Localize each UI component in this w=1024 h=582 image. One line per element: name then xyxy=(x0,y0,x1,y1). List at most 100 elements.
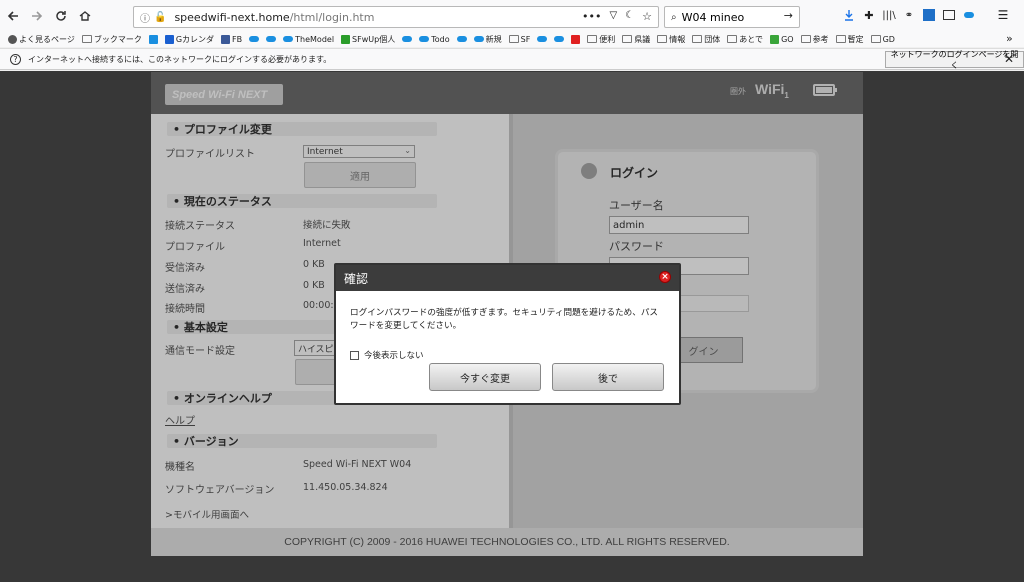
bookmark-item[interactable]: Todo xyxy=(419,34,450,44)
bookmark-item[interactable]: 新規 xyxy=(473,34,502,45)
bookmark-item[interactable] xyxy=(402,36,413,42)
sidebar-icon[interactable] xyxy=(942,8,956,22)
bookmark-item[interactable]: TheModel xyxy=(283,35,334,44)
sync-icon[interactable]: ⚭ xyxy=(902,8,916,22)
back-icon[interactable] xyxy=(2,5,24,27)
search-input[interactable] xyxy=(681,10,772,24)
library-icon[interactable]: |||\ xyxy=(882,8,896,22)
cloud-icon xyxy=(473,36,484,42)
download-icon[interactable] xyxy=(842,8,856,22)
bookmark-item[interactable]: 参考 xyxy=(800,34,829,45)
close-icon[interactable]: × xyxy=(659,271,671,283)
page-actions-icon[interactable]: ••• xyxy=(582,10,601,23)
bookmarks-bar: よく見るページ ブックマーク Gカレンダ FB TheModel SFwUp個人 Todo 新… xyxy=(0,31,1024,47)
bookmark-label: ブックマーク xyxy=(93,34,142,44)
folder-icon xyxy=(587,35,598,43)
outlook-icon[interactable] xyxy=(922,8,936,22)
folder-icon xyxy=(508,35,519,43)
pocket-icon[interactable]: ▽ xyxy=(609,10,617,23)
bookmark-item[interactable]: Gカレンダ xyxy=(164,34,215,45)
dialog-title: 確認 xyxy=(344,271,369,286)
cloud-icon xyxy=(283,36,294,42)
cloud-icon xyxy=(456,36,467,42)
notice-text: インターネットへ接続するには、このネットワークにログインする必要があります。 xyxy=(28,54,332,64)
bookmark-label: よく見るページ xyxy=(19,34,75,44)
cloud-icon xyxy=(537,36,548,42)
close-icon[interactable]: ✕ xyxy=(1004,52,1014,66)
bookmark-label: GD xyxy=(882,34,895,44)
bookmark-label: 参考 xyxy=(812,34,829,44)
bookmark-item[interactable]: SF xyxy=(508,34,531,44)
cloud-icon xyxy=(266,36,277,42)
bookmark-item[interactable]: 団体 xyxy=(692,34,720,45)
checkbox-box[interactable] xyxy=(350,350,359,360)
bookmark-label: GO xyxy=(781,34,794,44)
folder-icon xyxy=(81,35,92,43)
bookmarks-overflow-icon[interactable]: » xyxy=(1006,32,1013,45)
forward-icon[interactable] xyxy=(26,5,48,27)
cloud-icon xyxy=(249,36,260,42)
bookmark-label: TheModel xyxy=(295,34,335,44)
home-icon[interactable] xyxy=(74,5,96,27)
bookmark-label: 団体 xyxy=(704,34,721,44)
bookmark-item[interactable] xyxy=(249,36,260,42)
extensions-icon[interactable]: ✚ xyxy=(862,8,876,22)
change-now-button[interactable]: 今すぐ変更 xyxy=(429,363,541,391)
bookmark-item[interactable] xyxy=(148,34,158,44)
bookmark-label: SF xyxy=(520,34,531,44)
bookmark-item[interactable]: あとで xyxy=(727,34,763,45)
url-text[interactable]: speedwifi-next.home/html/login.htm xyxy=(174,11,374,24)
bookmark-label: Gカレンダ xyxy=(175,34,215,44)
sf-icon xyxy=(341,34,351,44)
info-icon[interactable]: ⓘ xyxy=(140,10,150,25)
reader-icon[interactable]: ☾ xyxy=(625,10,634,23)
bookmark-item[interactable]: ブックマーク xyxy=(81,34,142,45)
insecure-icon[interactable]: 🔓 xyxy=(154,12,166,23)
bookmark-item[interactable]: 情報 xyxy=(657,34,685,45)
bookmark-item[interactable]: よく見るページ xyxy=(8,34,75,45)
cloud-icon xyxy=(419,36,430,42)
bookmark-item[interactable] xyxy=(554,36,565,42)
bookmark-label: 県議 xyxy=(634,34,651,44)
bookmark-item[interactable]: FB xyxy=(221,34,242,44)
folder-icon xyxy=(835,35,846,43)
url-path: /html/login.htm xyxy=(289,10,375,24)
dialog-message: ログインパスワードの強度が低すぎます。セキュリティ問題を避けるため、パスワードを… xyxy=(350,308,659,331)
frog-icon xyxy=(770,34,780,44)
folder-icon xyxy=(692,35,703,43)
bookmark-label: 新規 xyxy=(485,34,502,44)
search-bar[interactable]: ⌕ → xyxy=(664,6,800,28)
captive-portal-notice: ? インターネットへ接続するには、このネットワークにログインする必要があります。… xyxy=(0,48,1024,70)
bookmark-item[interactable] xyxy=(571,34,581,44)
later-button[interactable]: 後で xyxy=(552,363,664,391)
cloud-icon xyxy=(402,36,413,42)
bookmark-item[interactable]: 便利 xyxy=(587,34,615,45)
bookmark-item[interactable] xyxy=(266,36,277,42)
reload-icon[interactable] xyxy=(50,5,72,27)
calendar-icon xyxy=(164,34,174,44)
bookmark-item[interactable]: SFwUp個人 xyxy=(341,34,395,45)
facebook-icon xyxy=(221,34,231,44)
bookmark-label: あとで xyxy=(739,34,764,44)
folder-icon xyxy=(870,35,881,43)
dialog-header: 確認 × xyxy=(336,265,679,291)
url-host: speedwifi-next.home xyxy=(174,10,290,24)
search-go-icon[interactable]: → xyxy=(784,9,793,22)
bookmark-item[interactable]: 県議 xyxy=(622,34,650,45)
folder-icon xyxy=(800,35,811,43)
bookmark-label: Todo xyxy=(431,34,450,44)
dont-show-again-checkbox[interactable]: 今後表示しない xyxy=(350,349,424,361)
menu-icon[interactable]: ☰ xyxy=(996,8,1010,22)
bookmark-label: SFwUp個人 xyxy=(352,34,396,44)
bookmark-item[interactable]: GO xyxy=(770,34,794,44)
bookmark-star-icon[interactable]: ☆ xyxy=(642,10,652,23)
bookmark-item[interactable]: 暫定 xyxy=(835,34,864,45)
cloud-sync-icon[interactable] xyxy=(962,8,976,22)
link-icon xyxy=(148,34,158,44)
bookmark-item[interactable]: GD xyxy=(870,34,895,44)
bookmark-item[interactable] xyxy=(537,36,548,42)
checkbox-label: 今後表示しない xyxy=(364,351,424,361)
bookmark-item[interactable] xyxy=(456,36,467,42)
url-bar[interactable]: ⓘ 🔓 speedwifi-next.home/html/login.htm •… xyxy=(133,6,659,28)
help-icon: ? xyxy=(10,53,21,65)
